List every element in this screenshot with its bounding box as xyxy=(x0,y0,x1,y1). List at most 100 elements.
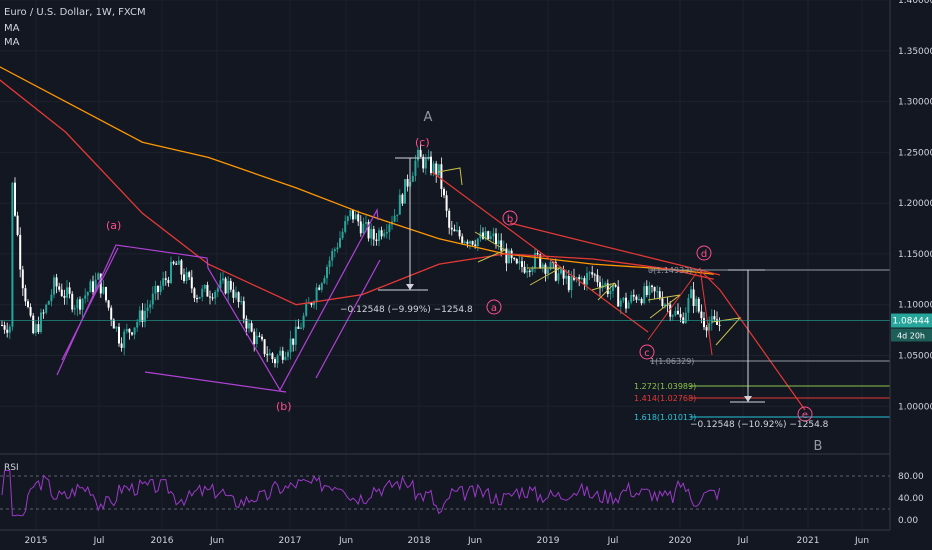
candle-body xyxy=(55,277,58,287)
candle-body xyxy=(3,325,6,330)
chart-title: Euro / U.S. Dollar, 1W, FXCM xyxy=(4,7,146,18)
candle-body xyxy=(146,307,149,311)
x-tick-label: Jun xyxy=(338,536,353,546)
candle-body xyxy=(508,250,510,264)
x-tick-label: 2021 xyxy=(797,536,820,546)
candle-body xyxy=(614,284,617,287)
candle-body xyxy=(190,277,193,289)
candle-body xyxy=(357,214,360,222)
candle-body xyxy=(705,327,708,331)
candle-body xyxy=(632,294,635,297)
candle-body xyxy=(16,215,19,235)
candle-body xyxy=(656,291,659,293)
candle-body xyxy=(86,292,89,296)
y-tick-label: 1.25000 xyxy=(898,148,932,158)
candle-body xyxy=(383,233,386,237)
candle-body xyxy=(515,259,518,264)
candle-body xyxy=(297,326,300,329)
candle-body xyxy=(14,182,16,216)
candle-body xyxy=(222,278,224,281)
candle-body xyxy=(224,278,227,294)
candle-body xyxy=(281,350,284,360)
candle-body xyxy=(531,268,534,272)
candle-body xyxy=(227,280,230,294)
candle-body xyxy=(336,247,339,250)
candle-body xyxy=(349,210,352,217)
candle-body xyxy=(63,295,66,298)
candle-body xyxy=(388,224,391,232)
candle-body xyxy=(635,296,638,300)
candle-body xyxy=(136,321,139,328)
candle-body xyxy=(570,276,573,291)
candle-body xyxy=(19,234,22,270)
candle-body xyxy=(21,269,24,289)
candle-body xyxy=(346,216,349,222)
candle-body xyxy=(344,221,347,232)
wave-label-c-upper: (c) xyxy=(415,136,430,149)
candle-body xyxy=(544,264,547,274)
candle-body xyxy=(497,240,500,245)
candle-body xyxy=(341,231,344,239)
candle-body xyxy=(640,299,643,304)
candle-body xyxy=(237,292,240,303)
fib-1-label: 1(1.06329) xyxy=(650,357,694,366)
candle-body xyxy=(149,304,152,308)
candle-body xyxy=(661,298,664,306)
candle-body xyxy=(27,301,29,307)
candle-body xyxy=(118,326,120,344)
indicator-ma-2[interactable]: MA xyxy=(4,36,19,50)
candle-body xyxy=(700,311,703,319)
candle-body xyxy=(266,354,269,356)
candle-body xyxy=(193,288,196,299)
candle-body xyxy=(557,273,560,281)
chart-svg[interactable]: RSI 1.40000 1.35000 1.30000 1.25000 1.20000 1… xyxy=(0,0,932,550)
candle-body xyxy=(333,249,336,252)
candle-body xyxy=(131,332,133,335)
candle-body xyxy=(242,301,245,319)
candle-body xyxy=(141,310,144,322)
candle-body xyxy=(466,241,469,244)
x-tick-label: Jun xyxy=(854,536,869,546)
candle-body xyxy=(68,287,71,294)
candle-body xyxy=(73,308,76,310)
candle-body xyxy=(60,289,63,296)
x-tick-label: Jul xyxy=(93,536,105,546)
candle-body xyxy=(718,324,721,326)
candle-body xyxy=(396,214,399,216)
candle-body xyxy=(495,233,497,245)
x-tick-label: 2020 xyxy=(669,536,692,546)
candle-body xyxy=(588,272,591,274)
candle-body xyxy=(651,285,653,287)
candle-body xyxy=(289,338,292,353)
candle-body xyxy=(674,310,677,316)
candle-body xyxy=(440,164,443,190)
candle-body xyxy=(424,158,427,169)
candle-body xyxy=(164,278,167,280)
candle-body xyxy=(128,328,131,333)
candle-body xyxy=(489,236,492,240)
price-axis-bg xyxy=(890,0,932,550)
candle-body xyxy=(112,319,115,329)
candle-body xyxy=(201,288,204,297)
candle-body xyxy=(328,260,331,268)
candle-body xyxy=(422,156,425,169)
rsi-tick-40: 40.00 xyxy=(898,494,924,504)
candle-body xyxy=(411,175,414,182)
candle-body xyxy=(37,324,40,333)
candle-body xyxy=(180,260,183,275)
candle-body xyxy=(71,293,74,310)
candle-body xyxy=(203,284,206,289)
candle-body xyxy=(232,289,235,298)
candle-body xyxy=(406,179,409,187)
candle-body xyxy=(214,291,217,299)
candle-body xyxy=(120,343,123,348)
candle-body xyxy=(198,296,201,299)
candle-body xyxy=(294,326,297,345)
candle-body xyxy=(284,356,287,360)
candle-body xyxy=(105,287,107,301)
indicator-ma-1[interactable]: MA xyxy=(4,22,19,36)
candle-body xyxy=(110,307,113,320)
candle-body xyxy=(1,325,3,327)
candle-body xyxy=(417,149,419,161)
countdown-value: 4d 20h xyxy=(897,332,925,341)
